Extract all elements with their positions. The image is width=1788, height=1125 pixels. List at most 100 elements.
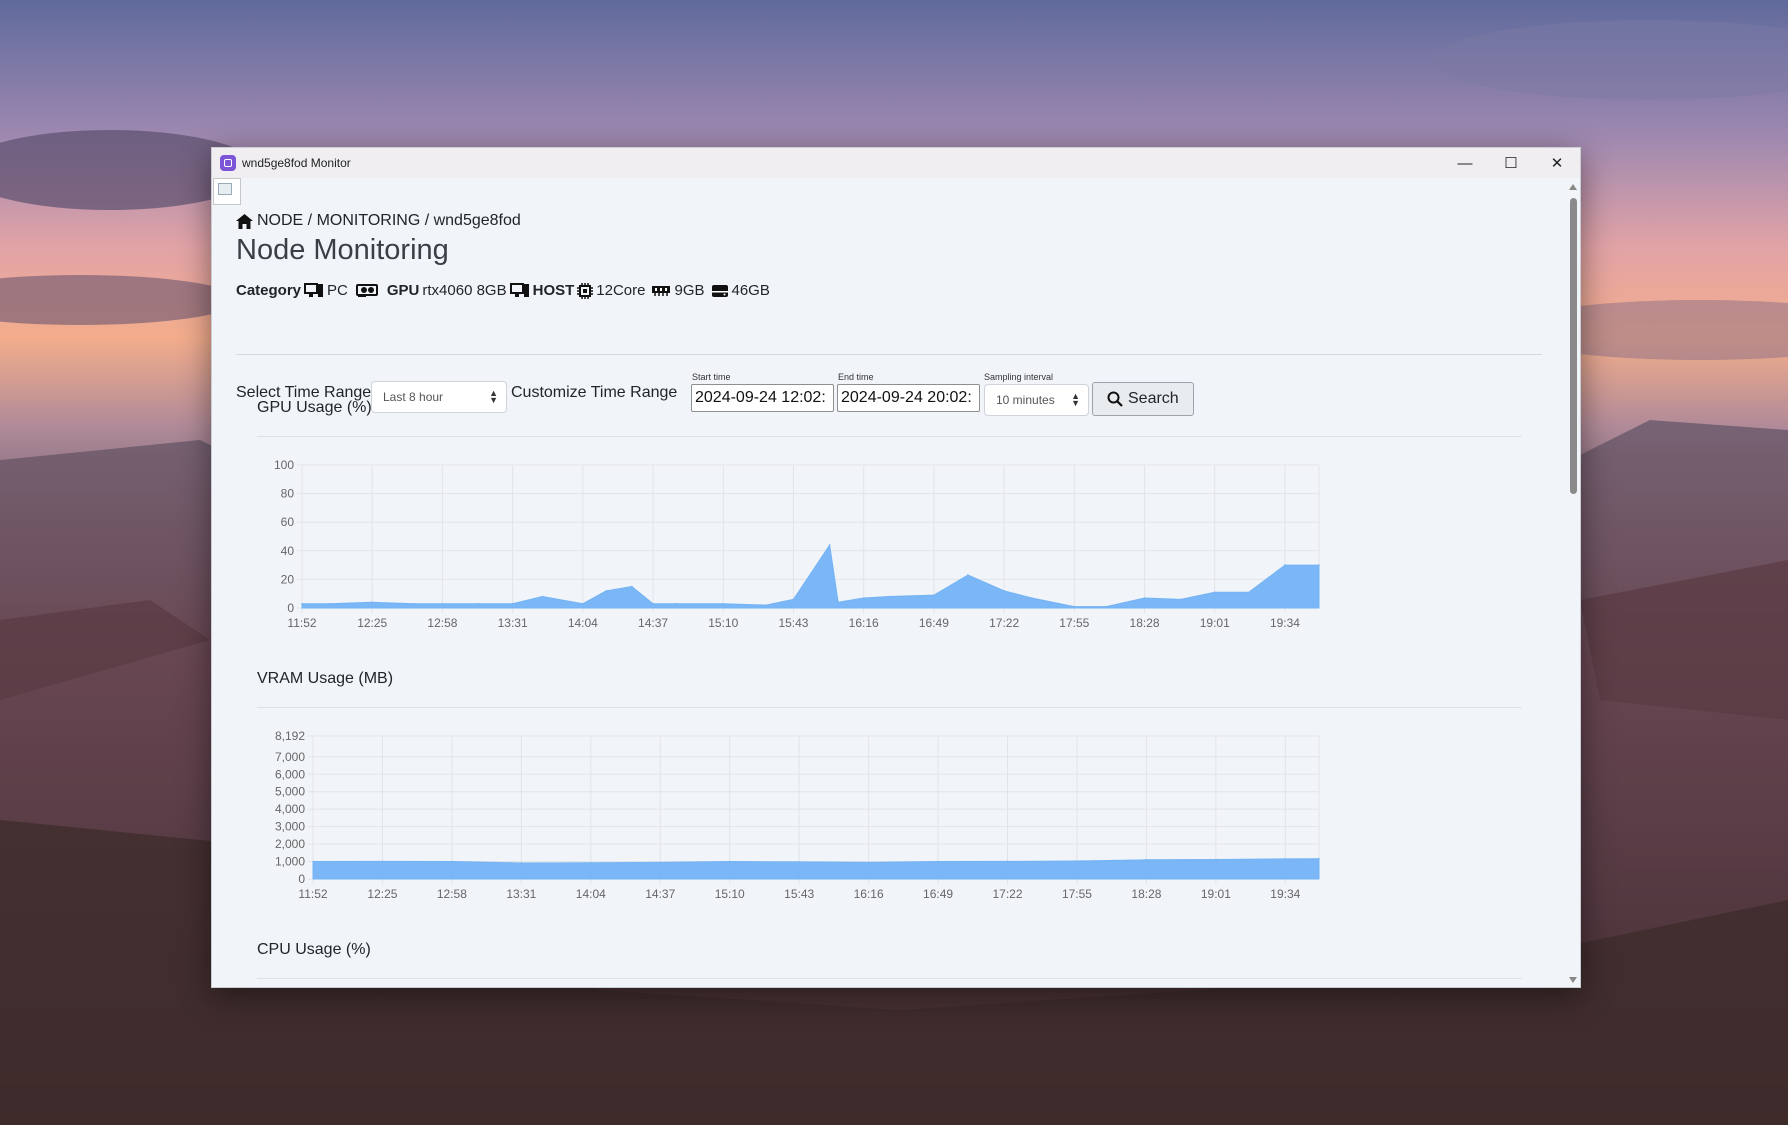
category-label: Category xyxy=(236,282,302,299)
gpu-chart-data-point xyxy=(933,594,935,596)
gpu-chart-data-point xyxy=(301,602,303,605)
select-arrows-icon: ▲ ▼ xyxy=(1071,391,1080,408)
vram-chart-x-tick-label: 17:55 xyxy=(1062,887,1092,901)
gpu-chart-y-tick-label: 80 xyxy=(281,487,295,501)
gpu-chart-data-point xyxy=(652,602,654,605)
scroll-down-arrow-icon[interactable] xyxy=(1569,977,1577,983)
category-value: PC xyxy=(327,282,348,299)
gpu-chart-data-point xyxy=(582,602,584,605)
close-button[interactable]: ✕ xyxy=(1534,148,1580,178)
gpu-chart-data-point xyxy=(441,602,444,605)
vram-chart-y-tick-label: 5,000 xyxy=(275,785,305,799)
scroll-up-arrow-icon[interactable] xyxy=(1569,184,1577,190)
vram-chart-data-point xyxy=(937,860,939,863)
app-icon xyxy=(220,155,236,171)
vram-chart-y-tick-label: 4,000 xyxy=(275,802,305,816)
vram-chart-y-tick-label: 2,000 xyxy=(275,837,305,851)
home-icon[interactable] xyxy=(236,213,253,229)
gpu-chart-data-point xyxy=(1105,605,1108,608)
gpu-chart-data-point xyxy=(1143,597,1146,599)
start-time-input[interactable]: 2024-09-24 12:02: xyxy=(691,384,834,412)
gpu-chart-data-point xyxy=(828,544,831,546)
gpu-chart-data-point xyxy=(862,597,865,599)
select-arrows-icon: ▲ ▼ xyxy=(489,388,498,405)
host-icon xyxy=(509,283,530,298)
window-controls: — ☐ ✕ xyxy=(1442,148,1580,178)
vertical-scrollbar[interactable] xyxy=(1566,178,1580,987)
vram-chart-data-point xyxy=(1145,858,1148,861)
vram-chart-data-point xyxy=(659,861,662,864)
vram-chart-data-point xyxy=(381,860,384,863)
sampling-interval-label: Sampling interval xyxy=(984,372,1054,382)
customize-time-range-label: Customize Time Range xyxy=(511,384,678,401)
title-bar[interactable]: wnd5ge8fod Monitor — ☐ ✕ xyxy=(212,148,1580,178)
vram-chart-y-tick-label: 6,000 xyxy=(275,767,305,781)
vram-chart-data-point xyxy=(1284,858,1287,860)
time-range-select[interactable]: Last 8 hour ▲ ▼ xyxy=(371,381,507,413)
scroll-thumb[interactable] xyxy=(1570,198,1577,494)
vram-chart-data-point xyxy=(1215,858,1217,861)
gpu-chart-x-tick-label: 12:58 xyxy=(427,616,457,630)
sampling-interval-value: 10 minutes xyxy=(996,393,1055,407)
vram-chart-x-tick-label: 19:01 xyxy=(1201,887,1231,901)
page-content: NODE / MONITORING / wnd5ge8fod Node Moni… xyxy=(212,178,1566,987)
divider xyxy=(257,707,1522,708)
gpu-chart-data-point xyxy=(511,602,514,605)
vram-chart-data-point xyxy=(590,861,592,864)
vram-chart-data-point xyxy=(728,860,731,863)
vram-chart-data-point xyxy=(798,861,800,863)
host-label: HOST xyxy=(532,282,575,299)
vram-chart-y-tick-label: 8,192 xyxy=(275,729,305,743)
maximize-button[interactable]: ☐ xyxy=(1488,148,1534,178)
gpu-chart-x-tick-label: 17:22 xyxy=(989,616,1019,630)
vram-chart-x-tick-label: 11:52 xyxy=(298,887,327,901)
search-button-label: Search xyxy=(1128,390,1179,407)
gpu-card-icon xyxy=(355,283,378,298)
divider xyxy=(257,436,1522,437)
gpu-chart-y-tick-label: 100 xyxy=(274,458,294,472)
gpu-chart-x-tick-label: 14:04 xyxy=(568,616,598,630)
vram-chart-y-tick-label: 1,000 xyxy=(275,855,305,869)
vram-chart-x-tick-label: 18:28 xyxy=(1131,887,1161,901)
cpu-usage-title: CPU Usage (%) xyxy=(257,941,371,958)
pc-icon xyxy=(304,283,324,298)
disk-value: 46GB xyxy=(731,282,770,299)
gpu-chart-data-point xyxy=(1003,590,1005,592)
vram-chart-area-series xyxy=(312,858,1320,880)
vram-chart-x-tick-label: 16:16 xyxy=(854,887,884,901)
gpu-chart-x-tick-label: 12:25 xyxy=(357,616,387,630)
gpu-usage-chart: 0 20 40 60 80 100 11:52 12:25 12:58 13:31 14:04 14:… xyxy=(257,444,1522,654)
vram-chart-data-point xyxy=(312,860,314,863)
vram-chart-x-tick-label: 17:22 xyxy=(993,887,1023,901)
broken-image-icon xyxy=(213,178,241,205)
gpu-chart-x-tick-label: 18:28 xyxy=(1130,616,1160,630)
vram-chart-x-tick-label: 12:58 xyxy=(437,887,467,901)
gpu-chart-x-tick-label: 16:16 xyxy=(849,616,879,630)
gpu-chart-data-point xyxy=(792,598,795,601)
search-button[interactable]: Search xyxy=(1092,382,1194,416)
vram-chart-x-tick-label: 15:43 xyxy=(784,887,814,901)
sampling-interval-select[interactable]: 10 minutes ▲ ▼ xyxy=(984,384,1089,416)
start-time-label: Start time xyxy=(692,372,731,382)
vram-chart-x-tick-label: 14:37 xyxy=(645,887,675,901)
vram-chart-x-tick-label: 19:34 xyxy=(1270,887,1300,901)
gpu-chart-data-point xyxy=(675,602,678,605)
vram-usage-title: VRAM Usage (MB) xyxy=(257,670,394,687)
gpu-chart-data-point xyxy=(541,595,544,598)
time-range-controls: Select Time Range Last 8 hour ▲ ▼ Customi… xyxy=(236,372,1336,422)
gpu-chart-y-tick-label: 0 xyxy=(287,601,294,615)
vram-chart-data-point xyxy=(520,862,523,864)
end-time-input[interactable]: 2024-09-24 20:02: xyxy=(837,384,980,412)
vram-chart-x-tick-label: 13:31 xyxy=(506,887,536,901)
breadcrumb-text[interactable]: NODE / MONITORING / wnd5ge8fod xyxy=(257,212,521,230)
gpu-chart-data-point xyxy=(371,601,374,604)
minimize-button[interactable]: — xyxy=(1442,148,1488,178)
gpu-chart-x-tick-label: 14:37 xyxy=(638,616,668,630)
gpu-chart-y-tick-label: 40 xyxy=(281,544,295,558)
gpu-chart-data-point xyxy=(328,602,331,605)
ram-value: 9GB xyxy=(674,282,705,299)
gpu-chart-data-point xyxy=(765,604,767,606)
gpu-chart-data-point xyxy=(1073,605,1076,608)
gpu-chart-data-point xyxy=(1318,564,1320,566)
vram-chart-data-point xyxy=(1076,860,1078,862)
